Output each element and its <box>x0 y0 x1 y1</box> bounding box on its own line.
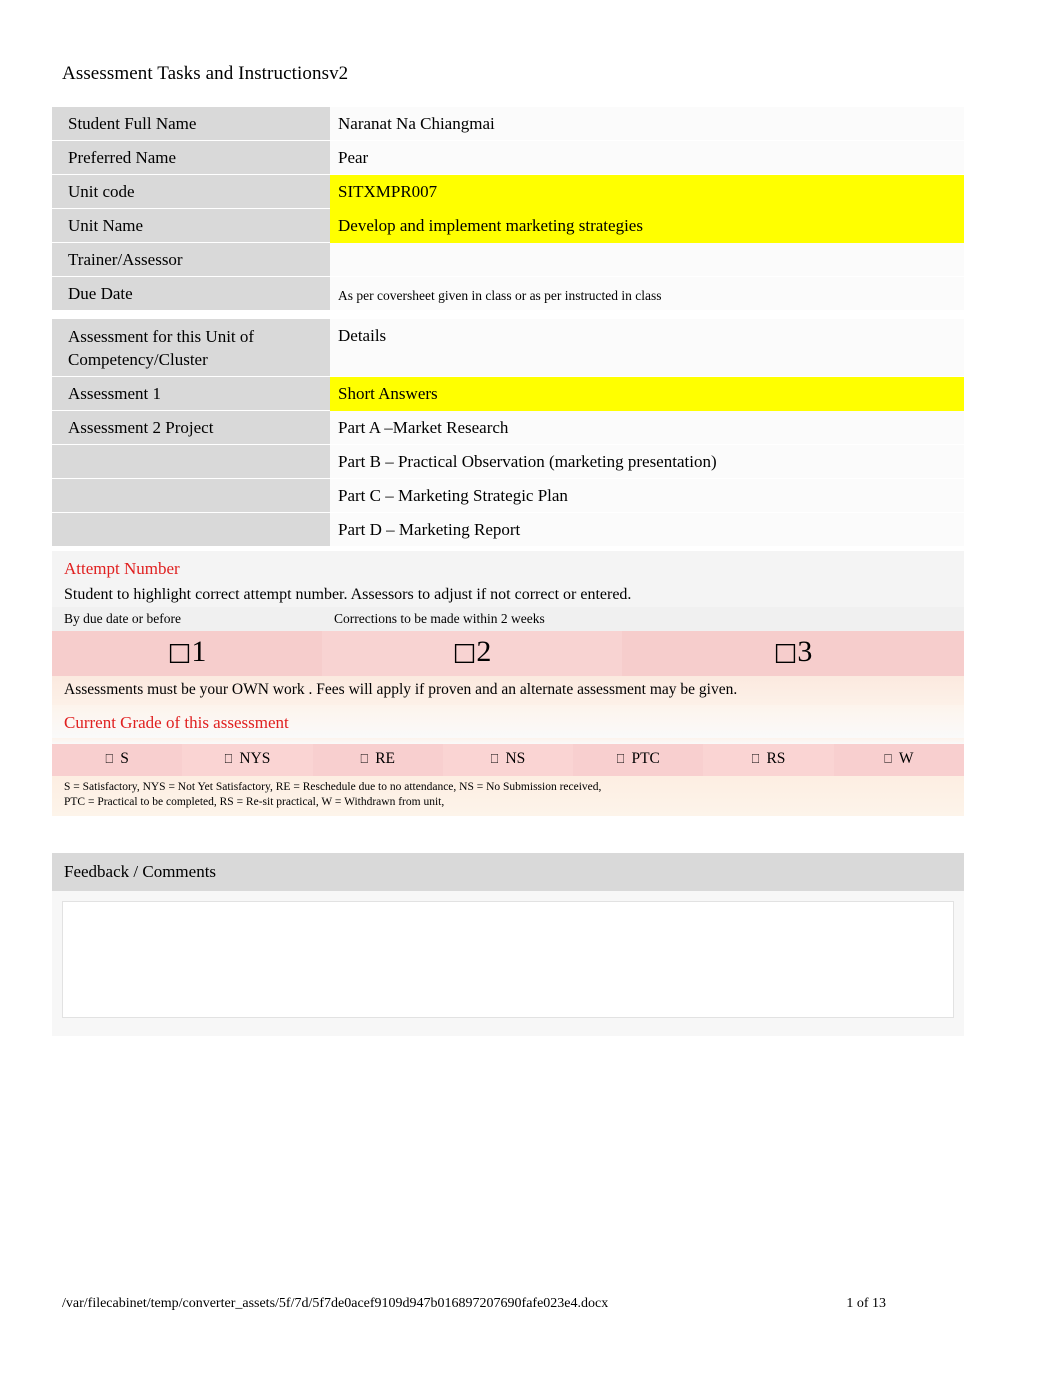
grade-option-re[interactable]: ⎕ RE <box>312 744 443 776</box>
checkbox-icon[interactable]: ⎕ <box>105 752 113 767</box>
current-grade-heading: Current Grade of this assessment <box>52 705 964 738</box>
column-header-assessment: Assessment for this Unit of Competency/C… <box>52 319 330 377</box>
grade-option-ns[interactable]: ⎕ NS <box>442 744 574 776</box>
grade-legend: S = Satisfactory, NYS = Not Yet Satisfac… <box>52 776 964 816</box>
row-value-highlighted: Short Answers <box>330 377 964 411</box>
attempt-option-2[interactable]: □2 <box>322 631 622 676</box>
table-row: Unit Name Develop and implement marketin… <box>52 209 964 243</box>
own-work-note: Assessments must be your OWN work . Fees… <box>52 676 964 705</box>
row-label: Assessment 2 Project <box>52 411 330 445</box>
grade-option-ptc[interactable]: ⎕ PTC <box>573 744 704 776</box>
checkbox-icon[interactable]: ⎕ <box>617 752 625 767</box>
row-value: Pear <box>330 141 964 175</box>
grade-option-s[interactable]: ⎕ S <box>52 744 183 776</box>
feedback-input[interactable] <box>62 901 954 1018</box>
grade-option-w[interactable]: ⎕ W <box>833 744 964 776</box>
checkbox-icon[interactable]: □ <box>453 637 477 666</box>
column-header-details: Details <box>330 319 964 377</box>
attempt-option-number: 1 <box>191 635 207 668</box>
checkbox-icon[interactable]: ⎕ <box>491 752 499 767</box>
checkbox-icon[interactable]: ⎕ <box>360 752 368 767</box>
attempt-option-number: 2 <box>476 635 492 668</box>
footer-file-path: /var/filecabinet/temp/converter_assets/5… <box>62 1296 609 1311</box>
grade-options-row: ⎕ S ⎕ NYS ⎕ RE ⎕ NS ⎕ PTC ⎕ RS ⎕ W <box>52 744 964 776</box>
table-row: Assessment 1 Short Answers <box>52 377 964 411</box>
table-header-row: Assessment for this Unit of Competency/C… <box>52 319 964 377</box>
attempt-option-number: 3 <box>797 635 813 668</box>
row-label: Student Full Name <box>52 107 330 141</box>
row-label-empty <box>52 445 330 479</box>
row-label: Due Date <box>52 277 330 311</box>
checkbox-icon[interactable]: □ <box>168 637 192 666</box>
grade-option-label: W <box>898 750 914 767</box>
row-label: Unit Name <box>52 209 330 243</box>
grade-legend-line-1: S = Satisfactory, NYS = Not Yet Satisfac… <box>64 781 602 793</box>
page-title: Assessment Tasks and Instructionsv2 <box>62 63 349 84</box>
page-footer: /var/filecabinet/temp/converter_assets/5… <box>62 1294 962 1314</box>
feedback-panel: Feedback / Comments <box>52 853 964 1036</box>
row-label-empty <box>52 479 330 513</box>
table-row: Assessment 2 Project Part A –Market Rese… <box>52 411 964 445</box>
table-row: Part D – Marketing Report <box>52 513 964 547</box>
table-row: Trainer/Assessor <box>52 243 964 277</box>
row-value <box>330 243 964 277</box>
grade-option-nys[interactable]: ⎕ NYS <box>182 744 313 776</box>
row-value: Part D – Marketing Report <box>330 513 964 547</box>
row-value-highlighted: Develop and implement marketing strategi… <box>330 209 964 243</box>
row-value: Part B – Practical Observation (marketin… <box>330 445 964 479</box>
checkbox-icon[interactable]: ⎕ <box>752 752 760 767</box>
student-details-table: Student Full Name Naranat Na Chiangmai P… <box>52 107 964 311</box>
attempt-sublabel-3 <box>622 607 964 631</box>
row-label: Assessment 1 <box>52 377 330 411</box>
assessment-list-body: Assessment for this Unit of Competency/C… <box>52 319 964 547</box>
row-value: Part A –Market Research <box>330 411 964 445</box>
table-row: Preferred Name Pear <box>52 141 964 175</box>
grade-option-label: RS <box>766 750 786 767</box>
attempt-sublabel-1: By due date or before <box>64 611 181 626</box>
attempt-option-3[interactable]: □3 <box>622 631 964 676</box>
attempt-number-heading: Attempt Number <box>52 551 964 584</box>
attempt-sublabel-2: Corrections to be made within 2 weeks <box>334 611 545 626</box>
table-row: Part B – Practical Observation (marketin… <box>52 445 964 479</box>
grade-option-label: S <box>120 750 129 767</box>
grade-option-label: NYS <box>239 750 271 767</box>
feedback-heading: Feedback / Comments <box>52 853 964 891</box>
attempt-options-row: □1 □2 □3 <box>52 631 964 676</box>
row-value: As per coversheet given in class or as p… <box>330 277 964 311</box>
grade-option-label: PTC <box>631 750 660 767</box>
checkbox-icon[interactable]: ⎕ <box>225 752 233 767</box>
row-value: Naranat Na Chiangmai <box>330 107 964 141</box>
attempt-sublabels-row: By due date or before Corrections to be … <box>52 607 964 631</box>
grade-legend-line-2: PTC = Practical to be completed, RS = Re… <box>64 795 445 808</box>
row-label: Trainer/Assessor <box>52 243 330 277</box>
document-page: Assessment Tasks and Instructionsv2 Stud… <box>0 0 1062 1377</box>
grade-option-rs[interactable]: ⎕ RS <box>703 744 834 776</box>
assessment-list-table: Assessment for this Unit of Competency/C… <box>52 319 964 547</box>
attempt-and-grade-panel: Attempt Number Student to highlight corr… <box>52 551 964 816</box>
grade-option-label: NS <box>505 750 526 767</box>
row-label: Unit code <box>52 175 330 209</box>
attempt-option-1[interactable]: □1 <box>52 631 322 676</box>
checkbox-icon[interactable]: □ <box>774 637 798 666</box>
row-label-empty <box>52 513 330 547</box>
attempt-instruction: Student to highlight correct attempt num… <box>52 584 964 607</box>
table-row: Due Date As per coversheet given in clas… <box>52 277 964 311</box>
checkbox-icon[interactable]: ⎕ <box>884 752 892 767</box>
footer-page-number: 1 of 13 <box>846 1296 886 1311</box>
grade-option-label: RE <box>375 750 396 767</box>
row-value-highlighted: SITXMPR007 <box>330 175 964 209</box>
table-row: Part C – Marketing Strategic Plan <box>52 479 964 513</box>
student-details-body: Student Full Name Naranat Na Chiangmai P… <box>52 107 964 311</box>
row-label: Preferred Name <box>52 141 330 175</box>
row-value: Part C – Marketing Strategic Plan <box>330 479 964 513</box>
table-row: Unit code SITXMPR007 <box>52 175 964 209</box>
table-row: Student Full Name Naranat Na Chiangmai <box>52 107 964 141</box>
